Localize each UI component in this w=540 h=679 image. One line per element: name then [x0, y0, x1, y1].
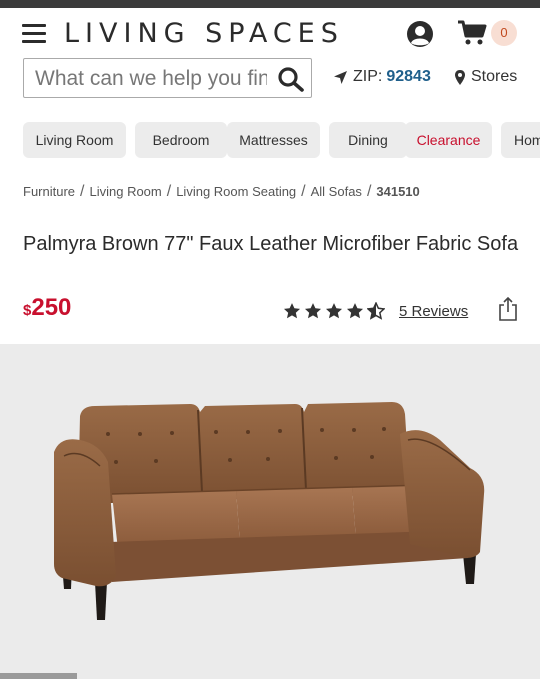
- menu-icon[interactable]: [22, 24, 46, 44]
- sofa-illustration: [54, 402, 485, 620]
- breadcrumb-separator: /: [301, 183, 306, 200]
- search-input[interactable]: [35, 65, 267, 93]
- breadcrumb-all-sofas[interactable]: All Sofas: [311, 184, 362, 199]
- category-chip-living-room[interactable]: Living Room: [23, 122, 126, 158]
- image-scroll-indicator[interactable]: [0, 673, 77, 679]
- site-header: LIVING SPACES 0: [0, 8, 540, 58]
- star-half-icon: [367, 302, 385, 320]
- account-icon[interactable]: [406, 20, 434, 48]
- breadcrumb-living-room-seating[interactable]: Living Room Seating: [176, 184, 296, 199]
- share-icon[interactable]: [498, 296, 518, 322]
- star-full-icon: [283, 303, 301, 319]
- breadcrumb-separator: /: [166, 183, 172, 200]
- zip-value[interactable]: 92843: [386, 68, 431, 86]
- category-chip-bedroom[interactable]: Bedroom: [135, 122, 227, 158]
- breadcrumb-separator: /: [80, 183, 85, 200]
- cart-icon[interactable]: [457, 20, 487, 46]
- breadcrumb-sku: 341510: [376, 184, 420, 199]
- breadcrumb-furniture[interactable]: Furniture: [23, 184, 75, 199]
- zip-selector[interactable]: ZIP: 92843: [333, 68, 431, 86]
- price-amount: 250: [31, 294, 72, 321]
- rating-stars[interactable]: [283, 302, 388, 320]
- location-arrow-icon: [334, 70, 347, 84]
- search-box: [23, 58, 312, 98]
- star-full-icon: [304, 303, 322, 319]
- search-icon[interactable]: [277, 66, 305, 92]
- star-full-icon: [325, 303, 343, 319]
- breadcrumb-living-room[interactable]: Living Room: [89, 184, 161, 199]
- category-chip-mattresses[interactable]: Mattresses: [227, 122, 320, 158]
- map-pin-icon: [455, 69, 465, 85]
- brand-logo[interactable]: LIVING SPACES: [64, 18, 344, 49]
- zip-label: ZIP:: [353, 68, 383, 85]
- cart-count-badge[interactable]: 0: [491, 20, 517, 46]
- stores-label: Stores: [471, 68, 518, 85]
- product-image[interactable]: [0, 344, 540, 679]
- top-bar: [0, 0, 540, 8]
- stores-link[interactable]: Stores: [454, 68, 517, 86]
- category-chip-home[interactable]: Home: [501, 122, 540, 158]
- reviews-link[interactable]: 5 Reviews: [399, 303, 468, 320]
- breadcrumb-separator: /: [366, 183, 372, 200]
- product-price: $250: [23, 294, 71, 322]
- breadcrumb: Furniture / Living Room / Living Room Seatin…: [23, 183, 420, 201]
- category-chip-dining[interactable]: Dining: [329, 122, 407, 158]
- product-title: Palmyra Brown 77" Faux Leather Microfibe…: [23, 233, 519, 255]
- star-full-icon: [346, 303, 364, 319]
- category-chip-clearance[interactable]: Clearance: [405, 122, 492, 158]
